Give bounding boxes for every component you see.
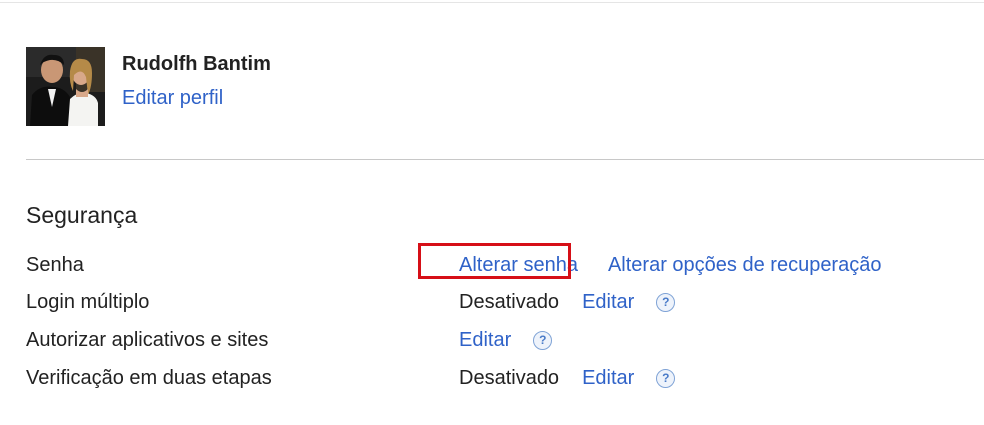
edit-multiple-login-link[interactable]: Editar	[582, 287, 634, 317]
change-password-link[interactable]: Alterar senha	[459, 250, 578, 280]
row-label: Login múltiplo	[26, 291, 150, 313]
top-divider	[0, 2, 984, 3]
edit-profile-link[interactable]: Editar perfil	[122, 85, 271, 111]
security-row-multiple-login: Login múltiplo Desativado Editar ?	[26, 287, 966, 317]
status-text: Desativado	[459, 291, 560, 313]
row-label: Verificação em duas etapas	[26, 367, 272, 389]
profile-card: Rudolfh Bantim Editar perfil	[26, 47, 271, 126]
security-row-two-step: Verificação em duas etapas Desativado Ed…	[26, 363, 966, 393]
edit-two-step-link[interactable]: Editar	[582, 363, 634, 393]
row-label: Senha	[26, 254, 84, 276]
section-title-security: Segurança	[26, 202, 138, 228]
row-actions: Editar ?	[459, 325, 553, 355]
recovery-options-link[interactable]: Alterar opções de recuperação	[608, 250, 882, 280]
security-row-authorize-apps: Autorizar aplicativos e sites Editar ?	[26, 325, 966, 355]
security-row-password: Senha Alterar senha Alterar opções de re…	[26, 250, 966, 280]
profile-name: Rudolfh Bantim	[122, 53, 271, 75]
section-divider	[26, 159, 984, 160]
edit-authorized-apps-link[interactable]: Editar	[459, 325, 511, 355]
help-icon[interactable]: ?	[656, 368, 676, 388]
row-actions: Desativado Editar ?	[459, 363, 676, 393]
row-actions: Alterar senha Alterar opções de recupera…	[459, 250, 881, 280]
row-label: Autorizar aplicativos e sites	[26, 329, 269, 351]
status-text: Desativado	[459, 367, 560, 389]
help-icon[interactable]: ?	[533, 330, 553, 350]
row-actions: Desativado Editar ?	[459, 287, 676, 317]
help-icon[interactable]: ?	[656, 292, 676, 312]
avatar[interactable]	[26, 47, 105, 126]
